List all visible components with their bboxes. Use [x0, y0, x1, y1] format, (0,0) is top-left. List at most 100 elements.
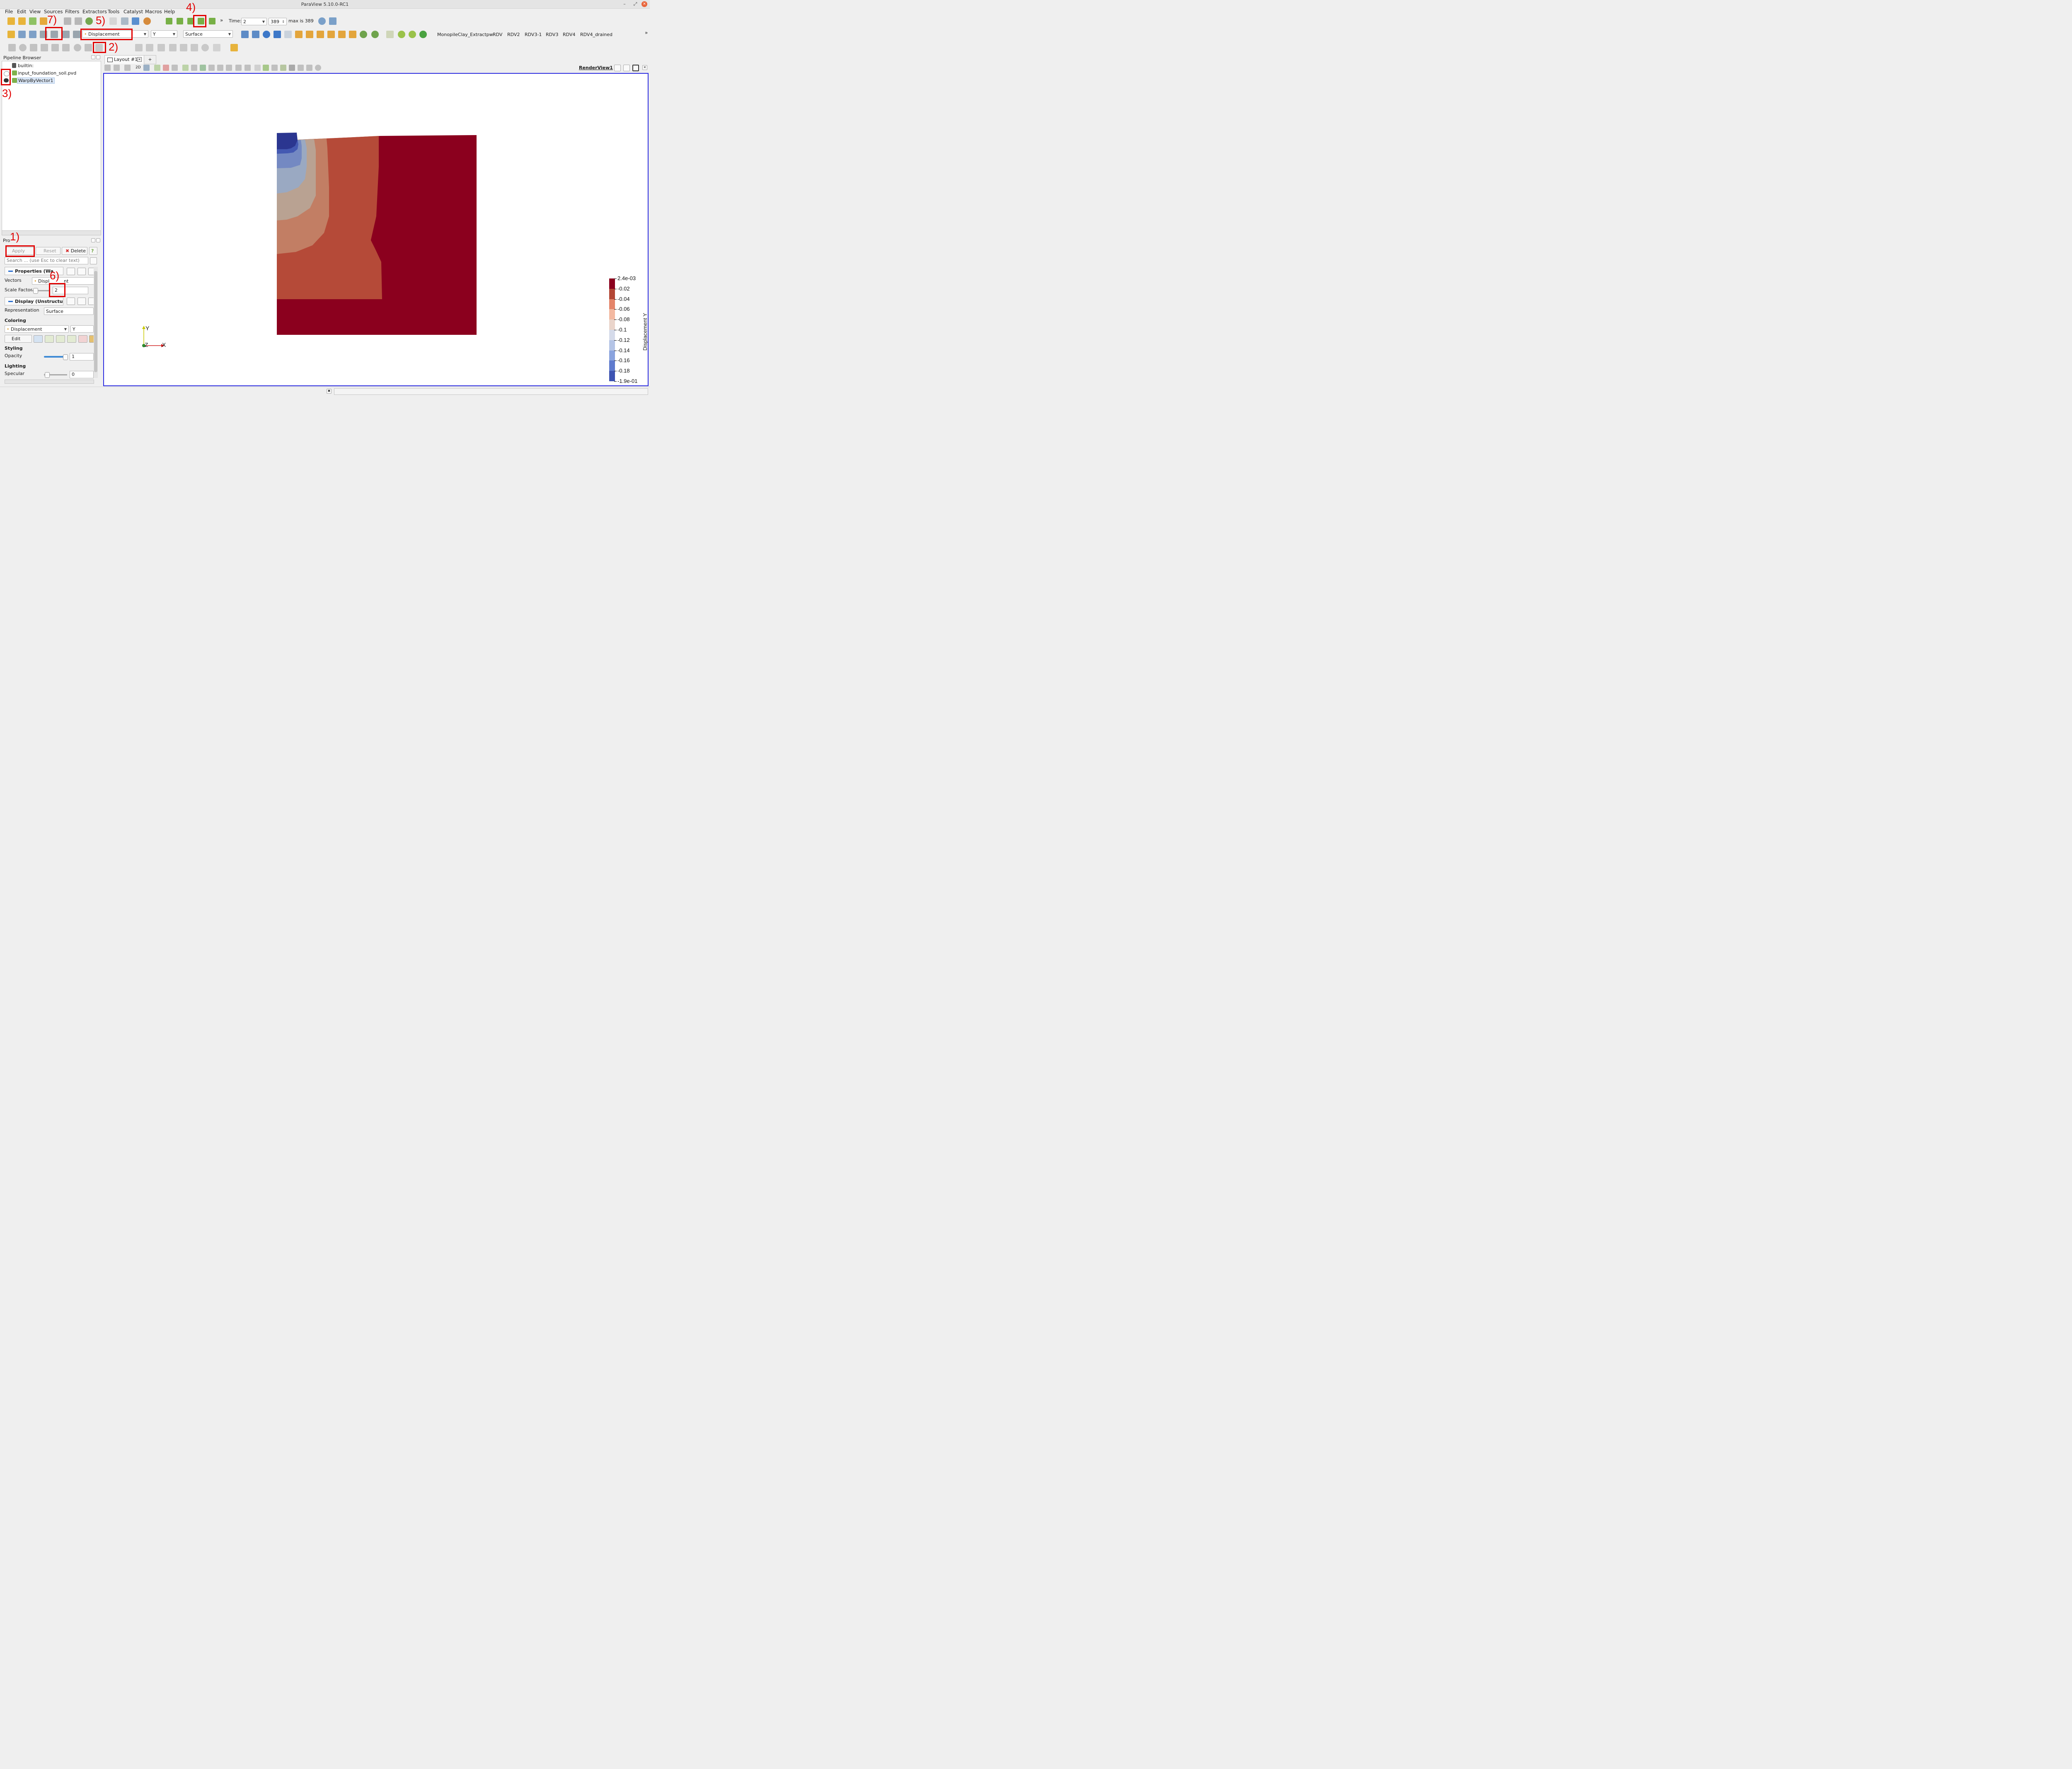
- probe-icon[interactable]: [146, 44, 153, 51]
- calculator-icon[interactable]: [8, 44, 16, 51]
- split-vertical-icon[interactable]: [623, 65, 630, 71]
- layout-tab[interactable]: Layout #1 ✕: [104, 55, 144, 64]
- bookmark-rdv3-1[interactable]: RDV3-1: [525, 32, 542, 37]
- remove-unused-icon[interactable]: [78, 335, 87, 343]
- view-minus-x-icon[interactable]: [306, 31, 313, 38]
- timestep-spinbox[interactable]: 389 ⇕: [269, 18, 287, 25]
- display-section-header[interactable]: Display (Unstructur: [5, 297, 63, 305]
- edit-selection-icon[interactable]: [254, 65, 261, 71]
- bookmark-rdv[interactable]: RDV: [493, 32, 502, 37]
- interact-icon[interactable]: [121, 17, 128, 25]
- rescale-temporal-icon[interactable]: [67, 335, 76, 343]
- representation-combo-props[interactable]: Surface: [44, 307, 94, 315]
- view-plus-y-icon[interactable]: [317, 31, 324, 38]
- gear-icon[interactable]: [90, 257, 97, 264]
- view-plus-z-icon[interactable]: [338, 31, 346, 38]
- open-recent-icon[interactable]: [18, 17, 26, 25]
- close-tab-icon[interactable]: ✕: [137, 57, 142, 62]
- bookmark-rdv2[interactable]: RDV2: [507, 32, 520, 37]
- show-center-icon[interactable]: [263, 31, 270, 38]
- configure-bookmark-icon[interactable]: [398, 31, 405, 38]
- properties-search-input[interactable]: Search ... (use Esc to clear text): [5, 257, 88, 264]
- slider-handle[interactable]: [45, 372, 50, 378]
- close-view-icon[interactable]: ✕: [642, 65, 647, 70]
- view-minus-z-icon[interactable]: [349, 31, 356, 38]
- bookmark-rdv4-drained[interactable]: RDV4_drained: [580, 32, 612, 37]
- python-braces-icon[interactable]: [213, 44, 220, 51]
- add-selection-icon[interactable]: [298, 65, 304, 71]
- grow-selection-icon[interactable]: [235, 65, 242, 71]
- colormap-icon[interactable]: [34, 335, 43, 343]
- coloring-component-combo[interactable]: Y: [70, 325, 94, 333]
- save-state-icon[interactable]: [64, 17, 71, 25]
- toolbar-overflow-icon[interactable]: »: [220, 17, 223, 23]
- custom-viewpoint-icon[interactable]: [386, 31, 394, 38]
- maximize-view-icon[interactable]: [632, 65, 639, 71]
- extract-level-icon[interactable]: [180, 44, 187, 51]
- camera-icon[interactable]: [132, 17, 139, 25]
- component-combo[interactable]: Y ▼: [151, 30, 177, 38]
- palette-icon[interactable]: [143, 17, 151, 25]
- ruler-icon[interactable]: [230, 44, 238, 51]
- tree-item-input-foundation[interactable]: input_foundation_soil.pvd: [18, 70, 76, 76]
- slice-icon[interactable]: [41, 44, 48, 51]
- coloring-array-combo[interactable]: • Displacement ▼: [5, 325, 69, 333]
- refresh-bookmark-icon[interactable]: [419, 31, 427, 38]
- reset-camera-icon[interactable]: [241, 31, 249, 38]
- open-folder-icon[interactable]: [7, 17, 15, 25]
- redo-icon[interactable]: [109, 17, 117, 25]
- reload-icon[interactable]: [85, 17, 93, 25]
- menu-view[interactable]: View: [29, 9, 41, 15]
- close-panel-icon[interactable]: [96, 238, 100, 242]
- last-frame-icon[interactable]: [209, 18, 215, 24]
- paste-icon[interactable]: [77, 268, 86, 275]
- paste-icon[interactable]: [77, 298, 86, 305]
- render-view[interactable]: Y Z X 2.4e-03 -0.02 -0.04 -0.06 -0.08 -0.1 -0.…: [103, 73, 649, 386]
- snowflake-icon[interactable]: [201, 44, 209, 51]
- save-data-icon[interactable]: [29, 17, 36, 25]
- find-data-icon[interactable]: [329, 17, 336, 25]
- float-panel-icon[interactable]: [91, 55, 95, 59]
- edit-colormap-button[interactable]: Edit: [5, 335, 32, 343]
- select-polygon-icon[interactable]: [182, 65, 189, 71]
- shrink-selection-icon[interactable]: [244, 65, 251, 71]
- help-button[interactable]: ?: [89, 247, 97, 255]
- menu-catalyst[interactable]: Catalyst: [123, 9, 143, 15]
- toolbar-overflow-icon[interactable]: »: [645, 30, 648, 36]
- representation-combo[interactable]: Surface ▼: [183, 30, 233, 38]
- hover-cells-icon[interactable]: [226, 65, 232, 71]
- rescale-temporal-icon[interactable]: [62, 31, 70, 38]
- histogram-icon[interactable]: [157, 44, 165, 51]
- copy-icon[interactable]: [67, 298, 75, 305]
- menu-file[interactable]: File: [5, 9, 13, 15]
- minimize-icon[interactable]: –: [622, 1, 627, 7]
- menu-help[interactable]: Help: [164, 9, 175, 15]
- time-combo[interactable]: 2 ▼: [241, 18, 267, 25]
- temporal-icon[interactable]: [191, 44, 198, 51]
- menu-macros[interactable]: Macros: [145, 9, 162, 15]
- glyph-icon[interactable]: [74, 44, 81, 51]
- clip-icon[interactable]: [30, 44, 37, 51]
- bookmark-rdv4[interactable]: RDV4: [563, 32, 575, 37]
- tree-item-warpbyvector[interactable]: WarpByVector1: [17, 77, 55, 84]
- interactive-select-icon[interactable]: [208, 65, 215, 71]
- stream-tracer-icon[interactable]: [85, 44, 92, 51]
- zoom-search-icon[interactable]: [318, 17, 326, 25]
- first-frame-icon[interactable]: [166, 18, 172, 24]
- capture-icon[interactable]: [114, 65, 120, 71]
- menu-filters[interactable]: Filters: [65, 9, 79, 15]
- threshold-icon[interactable]: [51, 44, 59, 51]
- specular-input[interactable]: 0: [70, 371, 94, 378]
- render-view-name[interactable]: RenderView1: [579, 65, 613, 70]
- select-points-icon[interactable]: [154, 65, 160, 71]
- connect-icon[interactable]: [40, 17, 47, 25]
- horizontal-scrollbar[interactable]: [5, 380, 94, 384]
- scrollbar-thumb[interactable]: [94, 271, 97, 372]
- menu-extractors[interactable]: Extractors: [82, 9, 107, 15]
- extract-selection-icon[interactable]: [263, 65, 269, 71]
- subtract-selection-icon[interactable]: [306, 65, 312, 71]
- copy-icon[interactable]: [67, 268, 75, 275]
- color-legend-icon[interactable]: [7, 31, 15, 38]
- contour-icon[interactable]: [19, 44, 27, 51]
- group-datasets-icon[interactable]: [169, 44, 177, 51]
